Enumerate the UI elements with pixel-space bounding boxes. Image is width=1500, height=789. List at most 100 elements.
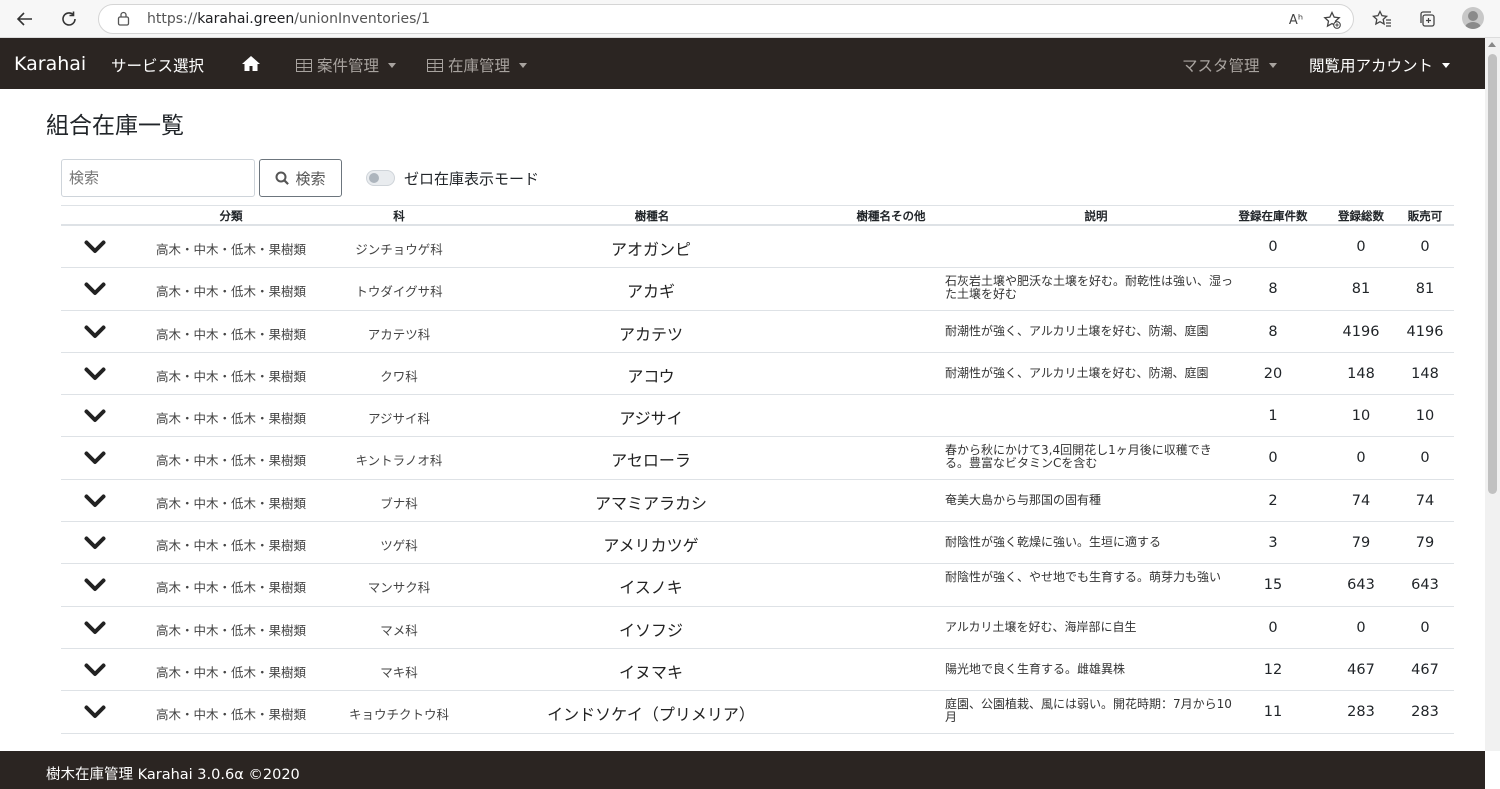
cell-registered-items: 0 [1268,450,1278,467]
table-row[interactable]: 高木・中木・低木・果樹類 クワ科 アコウ 耐潮性が強く、アルカリ土壌を好む、防潮、庭園… [61,353,1454,396]
cell-classification: 高木・中木・低木・果樹類 [155,411,306,427]
expand-chevron-icon[interactable] [81,278,109,300]
cell-family: マンサク科 [367,580,431,596]
cell-sellable: 10 [1415,408,1435,425]
address-bar[interactable]: https://karahai.green/unionInventories/1… [98,4,1354,34]
cell-family: キョウチクトウ科 [348,707,449,723]
header-registered-items[interactable]: 登録在庫件数 [1231,208,1315,224]
cell-family: ツゲ科 [380,538,418,554]
back-icon[interactable] [12,6,38,32]
browser-toolbar: https://karahai.green/unionInventories/1… [0,0,1500,38]
cell-registered-items: 20 [1263,365,1283,382]
collections-icon[interactable] [1414,6,1440,32]
cell-sellable: 81 [1415,281,1435,298]
expand-chevron-icon[interactable] [81,490,109,512]
header-sellable[interactable]: 販売可 [1397,208,1453,224]
scroll-thumb[interactable] [1488,54,1497,494]
nav-case-management[interactable]: 案件管理 [296,54,397,76]
expand-chevron-icon[interactable] [81,236,109,258]
cell-family: アカテツ科 [367,326,431,342]
header-description[interactable]: 説明 [1061,208,1131,224]
read-aloud-icon[interactable]: Aʰ [1285,9,1307,31]
cell-family: アジサイ科 [367,411,430,427]
footer-text: 樹木在庫管理 Karahai 3.0.6α ©2020 [46,767,300,783]
zero-stock-label: ゼロ在庫表示モード [404,170,540,188]
cell-sellable: 0 [1420,239,1430,255]
cell-description: 庭園、公園植栽、風には弱い。開花時期：7月から10月 [945,697,1232,725]
cell-registered-total: 79 [1351,535,1371,552]
cell-sellable: 0 [1420,450,1430,467]
favorites-icon[interactable] [1369,6,1395,32]
cell-species: イソフジ [618,620,683,640]
profile-avatar[interactable] [1462,7,1484,29]
table-row[interactable]: 高木・中木・低木・果樹類 キョウチクトウ科 インドソケイ（プリメリア） 庭園、公園植栽… [61,691,1454,734]
cell-classification: 高木・中木・低木・果樹類 [155,242,306,257]
search-input[interactable] [61,159,255,197]
expand-chevron-icon[interactable] [81,701,109,723]
cell-classification: 高木・中木・低木・果樹類 [155,453,306,469]
expand-chevron-icon[interactable] [81,659,109,681]
cell-description: 耐陰性が強く乾燥に強い。生垣に適する [945,535,1162,550]
cell-description: アルカリ土壌を好む、海岸部に自生 [945,619,1137,634]
header-species-other[interactable]: 樹種名その他 [841,208,941,224]
header-registered-total[interactable]: 登録総数 [1329,208,1393,224]
cell-registered-items: 8 [1268,281,1278,298]
cell-species: アカテツ [618,324,683,344]
scroll-up-icon[interactable] [1488,42,1496,47]
nav-inventory-management[interactable]: 在庫管理 [427,54,528,76]
cell-registered-total: 148 [1347,365,1375,382]
expand-chevron-icon[interactable] [81,617,109,639]
reload-icon[interactable] [56,6,82,32]
expand-chevron-icon[interactable] [81,363,109,385]
search-button[interactable]: 検索 [259,159,342,197]
cell-family: ブナ科 [380,495,418,511]
cell-family: ジンチョウゲ科 [355,242,443,257]
cell-classification: 高木・中木・低木・果樹類 [155,580,306,596]
app-navbar: Karahai サービス選択 案件管理 在庫管理 マスタ管理 閲覧用アカウント [0,38,1485,89]
cell-description: 石灰岩土壌や肥沃な土壌を好む。耐乾性は強い、湿った土壌を好む [945,274,1234,302]
table-row[interactable]: 高木・中木・低木・果樹類 キントラノオ科 アセローラ 春から秋にかけて3,4回開花し1… [61,437,1454,480]
cell-description: 春から秋にかけて3,4回開花し1ヶ月後に収穫できる。豊富なビタミンCを含む [945,443,1212,471]
cell-registered-items: 0 [1268,239,1278,255]
table-row[interactable]: 高木・中木・低木・果樹類 アジサイ科 アジサイ 1 10 10 [61,395,1454,438]
lock-icon [117,11,130,30]
cell-sellable: 467 [1411,661,1439,678]
home-icon[interactable] [241,55,261,72]
header-species[interactable]: 樹種名 [602,208,702,224]
cell-species: アマミアラカシ [594,493,707,513]
cell-classification: 高木・中木・低木・果樹類 [155,495,306,511]
table-row[interactable]: 高木・中木・低木・果樹類 マメ科 イソフジ アルカリ土壌を好む、海岸部に自生 0 0 0 [61,607,1454,649]
cell-species: アカギ [626,282,675,302]
add-favorite-icon[interactable] [1321,9,1343,31]
header-family[interactable]: 科 [369,208,429,224]
expand-chevron-icon[interactable] [81,447,109,469]
nav-service-select[interactable]: サービス選択 [111,54,204,76]
cell-species: イヌマキ [618,662,683,682]
table-row[interactable]: 高木・中木・低木・果樹類 ツゲ科 アメリカツゲ 耐陰性が強く乾燥に強い。生垣に適する 3… [61,522,1454,565]
table-row[interactable]: 高木・中木・低木・果樹類 マキ科 イヌマキ 陽光地で良く生育する。雌雄異株 12 467 4… [61,649,1454,692]
table-row[interactable]: 高木・中木・低木・果樹類 ブナ科 アマミアラカシ 奄美大島から与那国の固有種 2 74 74 [61,480,1454,523]
expand-chevron-icon[interactable] [81,574,109,596]
expand-chevron-icon[interactable] [81,532,109,554]
table-row[interactable]: 高木・中木・低木・果樹類 アカテツ科 アカテツ 耐潮性が強く、アルカリ土壌を好む、防潮… [61,311,1454,353]
table-row[interactable]: 高木・中木・低木・果樹類 ジンチョウゲ科 アオガンピ 0 0 0 [61,226,1454,269]
nav-master-management[interactable]: マスタ管理 [1182,54,1277,76]
page-title: 組合在庫一覧 [46,113,184,139]
table-row[interactable]: 高木・中木・低木・果樹類 トウダイグサ科 アカギ 石灰岩土壌や肥沃な土壌を好む。耐乾性… [61,268,1454,311]
cell-family: マメ科 [380,622,418,638]
brand-logo[interactable]: Karahai [14,53,86,75]
expand-chevron-icon[interactable] [81,405,109,427]
header-classification[interactable]: 分類 [201,208,261,224]
cell-registered-items: 11 [1263,704,1283,721]
zero-stock-toggle[interactable] [366,170,395,186]
expand-chevron-icon[interactable] [81,321,109,343]
table-row[interactable]: 高木・中木・低木・果樹類 マンサク科 イスノキ 耐陰性が強く、やせ地でも生育する。萌芽… [61,564,1454,607]
cell-family: トウダイグサ科 [355,284,443,300]
page-scrollbar[interactable] [1485,38,1500,751]
cell-sellable: 148 [1411,365,1439,382]
cell-description: 陽光地で良く生育する。雌雄異株 [945,661,1126,676]
inventory-table: 分類 科 樹種名 樹種名その他 説明 登録在庫件数 登録総数 販売可 高木・中木… [61,205,1454,734]
cell-registered-items: 3 [1268,535,1278,552]
nav-account[interactable]: 閲覧用アカウント [1309,54,1451,76]
cell-registered-total: 467 [1347,661,1375,678]
